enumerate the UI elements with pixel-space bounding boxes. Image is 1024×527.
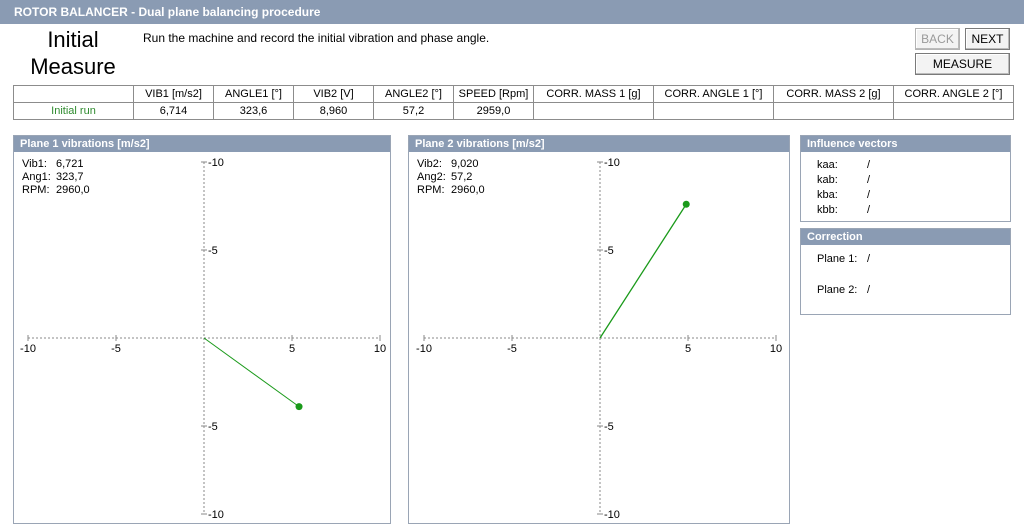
kbb-value: / <box>867 204 871 216</box>
plane2-ytick-upper: -5 <box>604 245 614 257</box>
cell-corr-mass1 <box>533 102 654 120</box>
vib1-value: 6,721 <box>56 158 84 170</box>
col-header-corr-angle1: CORR. ANGLE 1 [°] <box>653 85 774 103</box>
step-title-line2: Measure <box>30 54 116 79</box>
col-header-angle1: ANGLE1 [°] <box>213 85 294 103</box>
ang2-label: Ang2: <box>417 171 446 183</box>
table-row: Initial run 6,714 323,6 8,960 57,2 2959,… <box>13 102 1014 120</box>
rpm2-value: 2960,0 <box>451 184 485 196</box>
vib1-label: Vib1: <box>22 158 47 170</box>
plane1-ytick-upper: -5 <box>208 245 218 257</box>
plane1-ytick-lower: -5 <box>208 421 218 433</box>
window-title: ROTOR BALANCER - Dual plane balancing pr… <box>14 5 321 19</box>
col-header-corr-mass1: CORR. MASS 1 [g] <box>533 85 654 103</box>
ang2-value: 57,2 <box>451 171 473 183</box>
results-header-row: VIB1 [m/s2] ANGLE1 [°] VIB2 [V] ANGLE2 [… <box>13 85 1014 103</box>
cell-corr-angle2 <box>893 102 1014 120</box>
plane1-vector-line <box>203 337 300 408</box>
col-header-corr-mass2: CORR. MASS 2 [g] <box>773 85 894 103</box>
plane2-xtick-neg10: -10 <box>416 343 432 355</box>
list-item: kab: / <box>817 173 1010 188</box>
cell-corr-mass2 <box>773 102 894 120</box>
step-instructions: Run the machine and record the initial v… <box>143 31 490 45</box>
plane1-ytick-top: -10 <box>208 157 224 169</box>
kab-value: / <box>867 174 871 186</box>
cell-corr-angle1 <box>653 102 774 120</box>
step-title: Initial Measure <box>18 26 128 80</box>
step-title-line1: Initial <box>47 27 99 52</box>
cell-angle1: 323,6 <box>213 102 294 120</box>
plane1-plot-title: Plane 1 vibrations [m/s2] <box>14 136 390 152</box>
plane2-vector-line <box>599 203 687 339</box>
back-button[interactable]: BACK <box>915 28 960 50</box>
plane2-readout: Vib2: 9,020 Ang2: 57,2 RPM: 2960,0 <box>417 158 485 197</box>
correction-panel: Correction Plane 1: / Plane 2: / <box>800 228 1011 315</box>
col-header-angle2: ANGLE2 [°] <box>373 85 454 103</box>
kbb-label: kbb: <box>817 204 838 216</box>
plane2-ytick-top: -10 <box>604 157 620 169</box>
ang1-label: Ang1: <box>22 171 51 183</box>
correction-plane1-value: / <box>867 253 871 265</box>
cell-angle2: 57,2 <box>373 102 454 120</box>
kaa-value: / <box>867 159 871 171</box>
plane1-xtick-5: 5 <box>289 343 295 355</box>
correction-plane1: Plane 1: / <box>817 252 1010 267</box>
plane2-xtick-5: 5 <box>685 343 691 355</box>
measure-button[interactable]: MEASURE <box>915 53 1010 75</box>
list-item: kba: / <box>817 188 1010 203</box>
plane2-plot-panel: Plane 2 vibrations [m/s2] Vib2: 9,020 Ang… <box>408 135 790 524</box>
rpm1-label: RPM: <box>22 184 50 196</box>
plane2-vector-point <box>682 200 690 208</box>
correction-plane2-value: / <box>867 284 871 296</box>
plane2-xtick-10: 10 <box>770 343 782 355</box>
cell-speed: 2959,0 <box>453 102 534 120</box>
correction-plane2: Plane 2: / <box>817 283 1010 298</box>
next-button[interactable]: NEXT <box>965 28 1010 50</box>
influence-vectors-panel: Influence vectors kaa: / kab: / kba: / kbb:… <box>800 135 1011 222</box>
influence-vectors-title: Influence vectors <box>801 136 1010 152</box>
plane1-xtick-10: 10 <box>374 343 386 355</box>
col-header-vib1: VIB1 [m/s2] <box>133 85 214 103</box>
plane1-vector-point <box>295 403 303 411</box>
rpm1-value: 2960,0 <box>56 184 90 196</box>
window-title-bar: ROTOR BALANCER - Dual plane balancing pr… <box>0 0 1024 24</box>
plane2-plot-title: Plane 2 vibrations [m/s2] <box>409 136 789 152</box>
rpm2-label: RPM: <box>417 184 445 196</box>
vib2-label: Vib2: <box>417 158 442 170</box>
ang1-value: 323,7 <box>56 171 84 183</box>
correction-title: Correction <box>801 229 1010 245</box>
plane1-polar-plot: -10 -5 5 10 -10 -5 -5 -10 <box>20 157 386 521</box>
kaa-label: kaa: <box>817 159 838 171</box>
plane1-plot-panel: Plane 1 vibrations [m/s2] Vib1: 6,721 Ang… <box>13 135 391 524</box>
results-table: VIB1 [m/s2] ANGLE1 [°] VIB2 [V] ANGLE2 [… <box>13 85 1014 120</box>
plane2-ytick-lower: -5 <box>604 421 614 433</box>
list-item: kbb: / <box>817 203 1010 218</box>
correction-plane2-label: Plane 2: <box>817 284 858 296</box>
correction-plane1-label: Plane 1: <box>817 253 858 265</box>
list-item: kaa: / <box>817 158 1010 173</box>
plane1-ytick-bottom: -10 <box>208 509 224 521</box>
plane2-ytick-bottom: -10 <box>604 509 620 521</box>
plane1-xtick-neg5: -5 <box>111 343 121 355</box>
plane1-readout: Vib1: 6,721 Ang1: 323,7 RPM: 2960,0 <box>22 158 90 197</box>
col-header-blank <box>13 85 134 103</box>
col-header-corr-angle2: CORR. ANGLE 2 [°] <box>893 85 1014 103</box>
kab-label: kab: <box>817 174 838 186</box>
cell-vib2: 8,960 <box>293 102 374 120</box>
kba-value: / <box>867 189 871 201</box>
plane1-xtick-neg10: -10 <box>20 343 36 355</box>
kba-label: kba: <box>817 189 838 201</box>
cell-vib1: 6,714 <box>133 102 214 120</box>
row-label: Initial run <box>13 102 134 120</box>
plane2-polar-plot: -10 -5 5 10 -10 -5 -5 -10 <box>416 157 782 521</box>
vib2-value: 9,020 <box>451 158 479 170</box>
col-header-speed: SPEED [Rpm] <box>453 85 534 103</box>
plane2-xtick-neg5: -5 <box>507 343 517 355</box>
col-header-vib2: VIB2 [V] <box>293 85 374 103</box>
